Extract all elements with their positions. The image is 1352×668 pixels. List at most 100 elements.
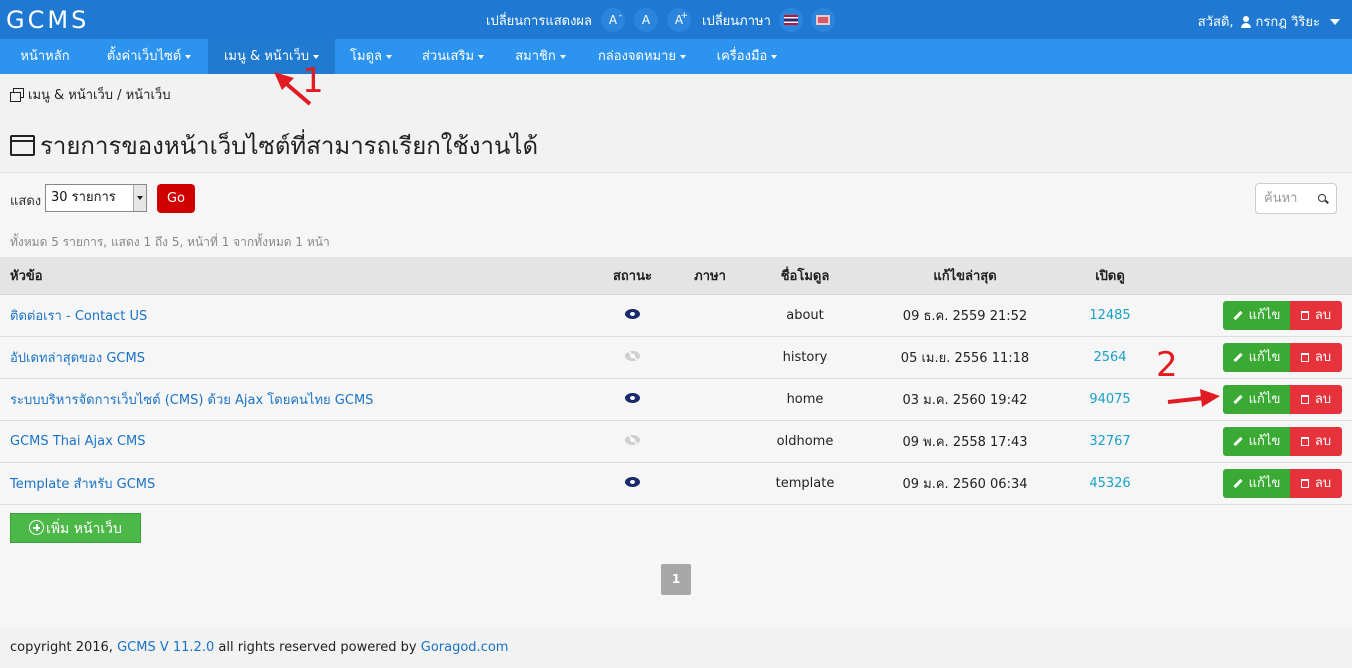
row-module: about xyxy=(745,294,865,337)
trash-icon xyxy=(1300,310,1309,320)
pencil-icon xyxy=(1233,352,1243,362)
eye-slash-icon[interactable] xyxy=(625,434,640,445)
display-controls: เปลี่ยนการแสดงผล A- A A + เปลี่ยนภาษา xyxy=(486,8,835,32)
delete-button[interactable]: ลบ xyxy=(1290,300,1342,330)
thai-flag-icon[interactable] xyxy=(778,8,803,32)
row-module: history xyxy=(745,336,865,379)
row-language xyxy=(675,336,745,379)
header-views[interactable]: เปิดดู xyxy=(1065,257,1155,295)
menu-item-mailbox[interactable]: กล่องจดหมาย xyxy=(582,39,702,74)
search-input[interactable]: ค้นหา xyxy=(1255,183,1337,214)
menu-item-tools[interactable]: เครื่องมือ xyxy=(702,39,792,74)
pages-table: หัวข้อ สถานะ ภาษา ชื่อโมดูล แก้ไขล่าสุด … xyxy=(0,257,1352,505)
row-title-link[interactable]: ระบบบริหารจัดการเว็บไซต์ (CMS) ด้วย Ajax… xyxy=(10,393,373,408)
menu-item-addons[interactable]: ส่วนเสริม xyxy=(407,39,499,74)
caret-down-icon xyxy=(771,54,778,59)
row-module: template xyxy=(745,462,865,505)
footer-copyright: copyright 2016, xyxy=(10,640,113,655)
eye-icon[interactable] xyxy=(625,308,640,319)
edit-button[interactable]: แก้ไข xyxy=(1223,300,1290,330)
pencil-icon xyxy=(1233,310,1243,320)
row-title-link[interactable]: ติดต่อเรา - Contact US xyxy=(10,309,147,324)
english-flag-icon[interactable] xyxy=(810,8,835,32)
row-title-link[interactable]: Template สำหรับ GCMS xyxy=(10,477,155,492)
menu-item-members[interactable]: สมาชิก xyxy=(499,39,582,74)
browser-window-icon xyxy=(10,135,35,156)
row-status-cell xyxy=(590,462,675,505)
plus-circle-icon xyxy=(29,520,45,535)
footer-product-link[interactable]: GCMS V 11.2.0 xyxy=(117,640,214,655)
edit-button[interactable]: แก้ไข xyxy=(1223,384,1290,414)
menu-item-home[interactable]: หน้าหลัก xyxy=(0,39,90,74)
pencil-icon xyxy=(1233,394,1243,404)
go-button[interactable]: Go xyxy=(157,184,195,213)
delete-button[interactable]: ลบ xyxy=(1290,468,1342,498)
delete-button[interactable]: ลบ xyxy=(1290,342,1342,372)
row-title-link[interactable]: GCMS Thai Ajax CMS xyxy=(10,434,145,449)
delete-button[interactable]: ลบ xyxy=(1290,426,1342,456)
row-updated: 09 ม.ค. 2560 06:34 xyxy=(865,462,1065,505)
eye-icon[interactable] xyxy=(625,476,640,487)
footer-company-link[interactable]: Goragod.com xyxy=(421,640,509,655)
table-row: อัปเดทล่าสุดของ GCMS history 05 เม.ย. 25… xyxy=(0,336,1352,379)
show-label: แสดง xyxy=(10,194,42,209)
annotation-number-2: 2 xyxy=(1156,345,1178,385)
chevron-down-icon xyxy=(1330,18,1340,25)
header-language[interactable]: ภาษา xyxy=(675,257,745,295)
trash-icon xyxy=(1300,394,1309,404)
row-title-cell: ระบบบริหารจัดการเว็บไซต์ (CMS) ด้วย Ajax… xyxy=(0,378,590,421)
menu-item-modules[interactable]: โมดูล xyxy=(335,39,407,74)
header-actions xyxy=(1155,257,1352,295)
user-menu[interactable]: สวัสดิ, กรกฎ วิริยะ xyxy=(1198,11,1340,32)
search-placeholder: ค้นหา xyxy=(1264,191,1298,206)
table-row: ระบบบริหารจัดการเว็บไซต์ (CMS) ด้วย Ajax… xyxy=(0,378,1352,421)
trash-icon xyxy=(1300,436,1309,446)
row-language xyxy=(675,462,745,505)
row-views[interactable]: 32767 xyxy=(1089,434,1130,449)
header-module[interactable]: ชื่อโมดูล xyxy=(745,257,865,295)
eye-icon[interactable] xyxy=(625,392,640,403)
delete-button[interactable]: ลบ xyxy=(1290,384,1342,414)
font-increase-button[interactable]: A + xyxy=(667,8,692,32)
header-title[interactable]: หัวข้อ xyxy=(0,257,590,295)
row-views[interactable]: 45326 xyxy=(1089,476,1130,491)
row-updated: 05 เม.ย. 2556 11:18 xyxy=(865,336,1065,379)
row-updated: 09 พ.ค. 2558 17:43 xyxy=(865,420,1065,463)
row-views[interactable]: 2564 xyxy=(1093,350,1126,365)
annotation-arrow-2 xyxy=(1167,389,1220,407)
pagination-page-1[interactable]: 1 xyxy=(661,564,691,595)
per-page-select[interactable]: 30 รายการ xyxy=(45,184,147,212)
row-module: oldhome xyxy=(745,420,865,463)
breadcrumb-path[interactable]: เมนู & หน้าเว็บ / หน้าเว็บ xyxy=(28,84,170,105)
row-views[interactable]: 12485 xyxy=(1089,308,1130,323)
caret-down-icon xyxy=(313,54,320,59)
table-row: GCMS Thai Ajax CMS oldhome 09 พ.ค. 2558 … xyxy=(0,420,1352,463)
row-actions: แก้ไข ลบ xyxy=(1155,294,1352,337)
display-label: เปลี่ยนการแสดงผล xyxy=(486,13,593,29)
row-views-cell: 2564 xyxy=(1065,336,1155,379)
table-row: Template สำหรับ GCMS template 09 ม.ค. 25… xyxy=(0,462,1352,505)
row-title-cell: ติดต่อเรา - Contact US xyxy=(0,294,590,337)
main-menu: หน้าหลัก ตั้งค่าเว็บไซต์ เมนู & หน้าเว็บ… xyxy=(0,39,1352,74)
caret-down-icon xyxy=(185,54,192,59)
edit-button[interactable]: แก้ไข xyxy=(1223,468,1290,498)
table-row: ติดต่อเรา - Contact US about 09 ธ.ค. 255… xyxy=(0,294,1352,337)
header-updated[interactable]: แก้ไขล่าสุด xyxy=(865,257,1065,295)
site-logo[interactable]: GCMS xyxy=(6,6,89,34)
row-module: home xyxy=(745,378,865,421)
header-status[interactable]: สถานะ xyxy=(590,257,675,295)
menu-item-site-settings[interactable]: ตั้งค่าเว็บไซต์ xyxy=(90,39,208,74)
pencil-icon xyxy=(1233,478,1243,488)
breadcrumb: เมนู & หน้าเว็บ / หน้าเว็บ xyxy=(10,84,170,105)
annotation-number-1: 1 xyxy=(302,61,324,101)
eye-slash-icon[interactable] xyxy=(625,350,640,361)
add-page-button[interactable]: เพิ่ม หน้าเว็บ xyxy=(10,513,141,543)
search-icon[interactable] xyxy=(1318,194,1326,202)
row-updated: 03 ม.ค. 2560 19:42 xyxy=(865,378,1065,421)
row-views[interactable]: 94075 xyxy=(1089,392,1130,407)
row-title-link[interactable]: อัปเดทล่าสุดของ GCMS xyxy=(10,351,145,366)
font-decrease-button[interactable]: A- xyxy=(601,8,626,32)
font-normal-button[interactable]: A xyxy=(634,8,659,32)
edit-button[interactable]: แก้ไข xyxy=(1223,426,1290,456)
edit-button[interactable]: แก้ไข xyxy=(1223,342,1290,372)
